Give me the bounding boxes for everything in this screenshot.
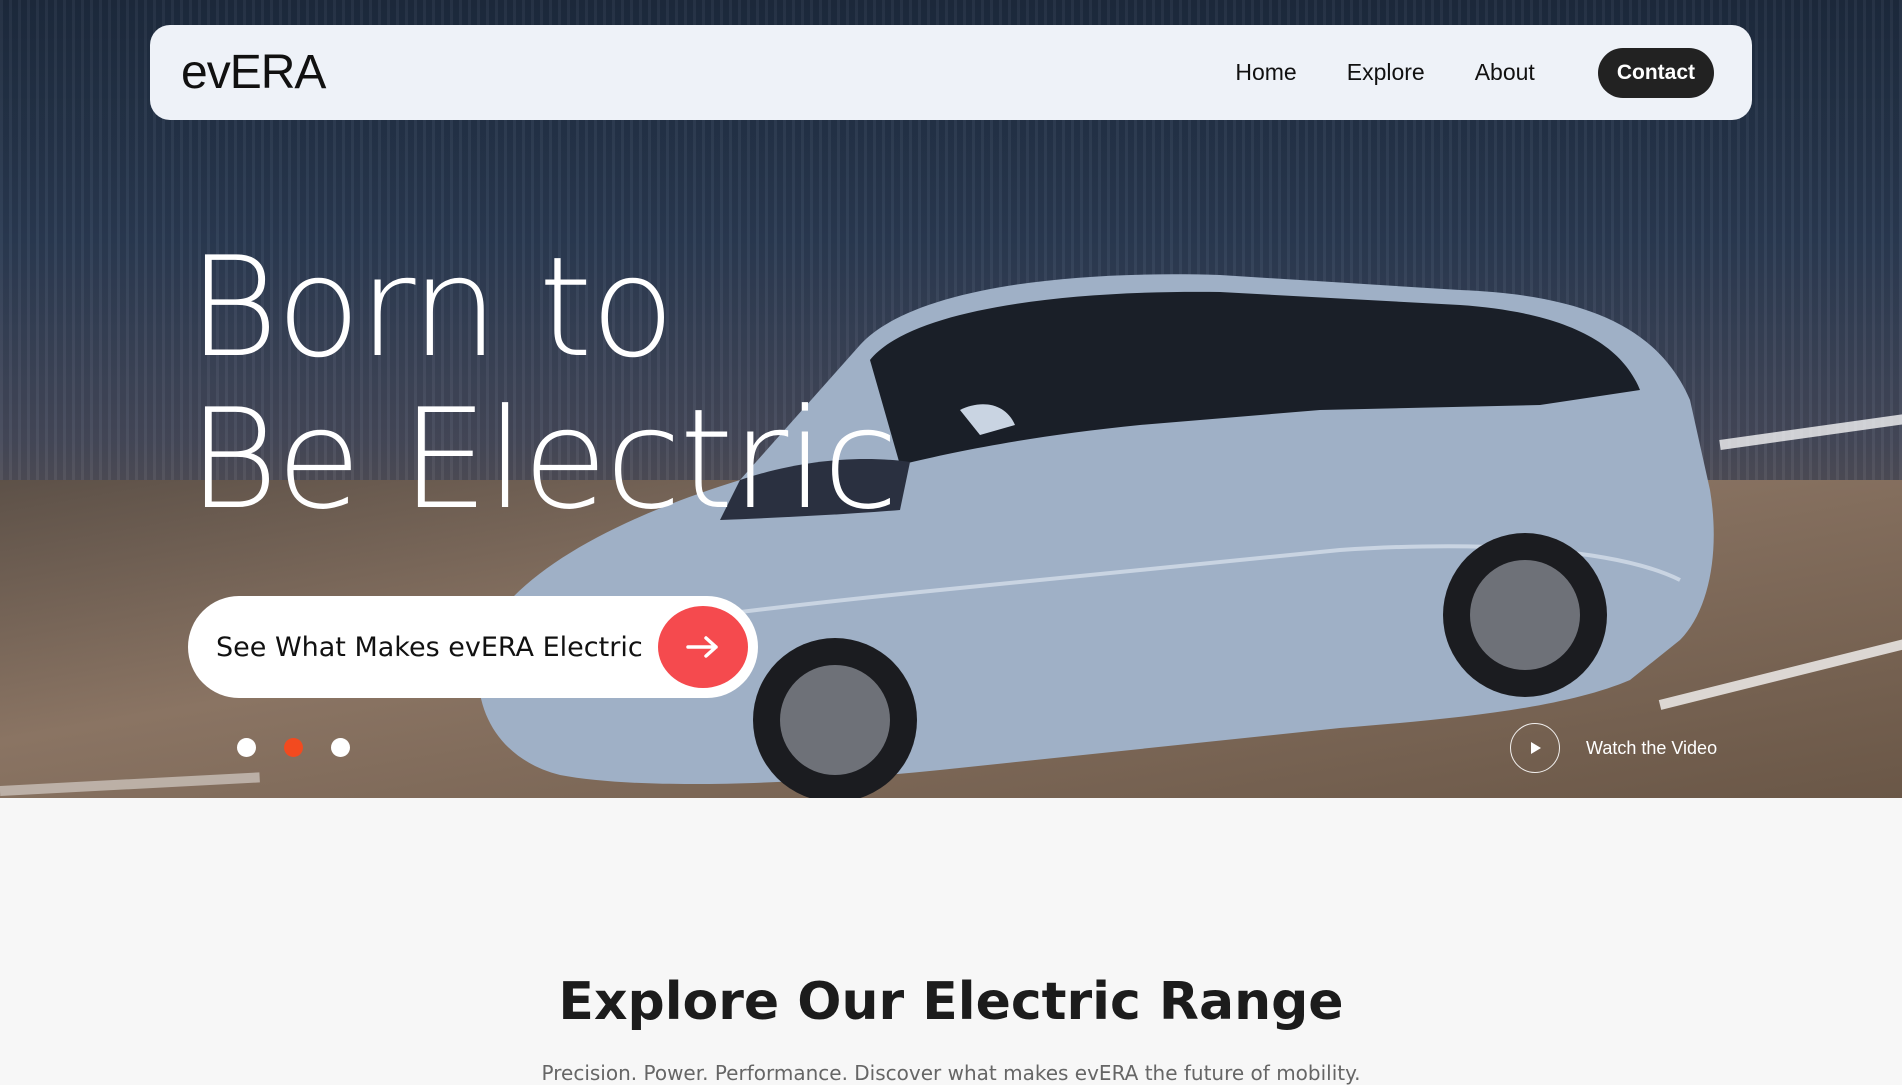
slider-dot-1[interactable] [237,738,256,757]
play-icon[interactable] [1510,723,1560,773]
nav-links: Home Explore About Contact [1185,47,1714,98]
headline-line-1: Born to [188,227,675,388]
nav-link-explore[interactable]: Explore [1347,59,1425,86]
cta-label: See What Makes evERA Electric [216,631,643,663]
cta-pill[interactable]: See What Makes evERA Electric [188,596,758,698]
section-subtitle: Precision. Power. Performance. Discover … [541,1061,1361,1085]
watch-video-label[interactable]: Watch the Video [1586,738,1717,759]
contact-button[interactable]: Contact [1597,47,1714,98]
section-title: Explore Our Electric Range [558,972,1344,1032]
slider-dots [237,738,378,757]
hero-headline: Born to Be Electric [188,227,898,540]
brand-logo[interactable]: evERA [181,45,326,100]
slider-dot-3[interactable] [331,738,350,757]
arrow-right-icon[interactable] [658,606,748,688]
top-navbar: evERA Home Explore About Contact [150,25,1752,120]
headline-line-2: Be Electric [188,379,898,540]
nav-link-about[interactable]: About [1475,59,1535,86]
watch-video[interactable]: Watch the Video [1510,723,1717,773]
slider-dot-2[interactable] [284,738,303,757]
nav-link-home[interactable]: Home [1235,59,1296,86]
